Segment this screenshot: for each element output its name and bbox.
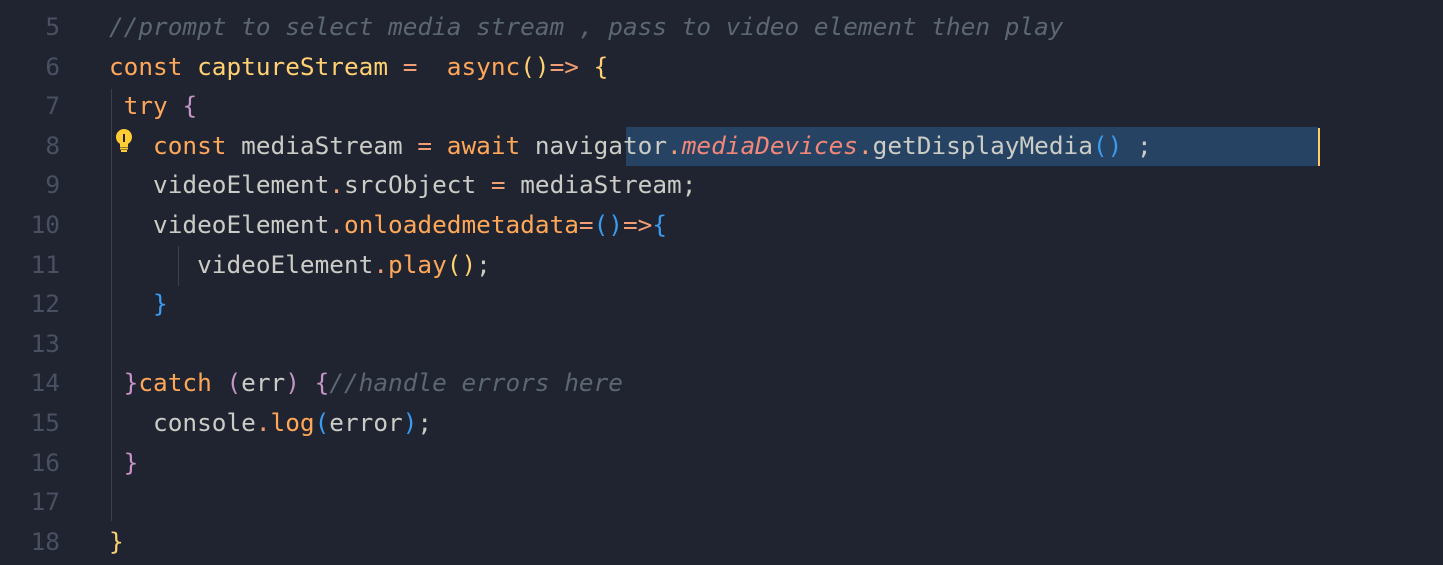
line-number: 5: [45, 12, 60, 41]
code-token: ;: [417, 408, 433, 437]
code-token: .: [329, 210, 344, 239]
code-line[interactable]: 9 videoElement.srcObject = mediaStream;: [0, 165, 1443, 205]
code-token: {: [182, 91, 198, 121]
code-token: {: [314, 368, 330, 398]
code-token: videoElement: [109, 210, 330, 239]
code-line[interactable]: 6 const captureStream = async()=> {: [0, 47, 1443, 87]
code-text: const captureStream = async()=> {: [109, 47, 608, 87]
code-line[interactable]: 13: [0, 324, 1443, 364]
code-line[interactable]: 18}: [0, 522, 1443, 562]
code-text: videoElement.play();: [109, 245, 491, 285]
code-line[interactable]: 7 try {: [0, 86, 1443, 126]
code-token: onloadedmetadata: [343, 210, 579, 239]
code-token: ;: [476, 249, 491, 279]
code-text: console.log(error);: [109, 403, 432, 443]
line-number: 12: [30, 289, 60, 319]
code-token: }: [109, 447, 139, 477]
code-token: //prompt to select media stream , pass t…: [109, 12, 1064, 41]
code-token: .: [373, 249, 389, 279]
code-text: }: [109, 284, 168, 324]
code-line[interactable]: 8 const mediaStream = await navigator.me…: [0, 126, 1443, 166]
code-token: async: [432, 51, 521, 81]
code-token: (: [226, 368, 242, 398]
code-token: getDisplayMedia: [872, 130, 1093, 160]
code-text: const mediaStream = await navigator.medi…: [109, 126, 1152, 166]
code-token: play: [388, 249, 447, 279]
code-token: try: [109, 91, 183, 121]
line-number: 8: [45, 130, 60, 160]
code-token: .: [667, 130, 682, 160]
code-text: }: [109, 443, 139, 483]
code-token: //handle errors here: [329, 368, 623, 398]
line-number: 13: [30, 328, 60, 358]
code-token: ): [402, 408, 418, 437]
code-line[interactable]: 12 }: [0, 284, 1443, 324]
code-token: =: [402, 130, 447, 160]
line-number: 11: [30, 249, 60, 279]
code-token: ): [285, 368, 315, 398]
code-token: (): [520, 51, 550, 81]
code-line[interactable]: 16 }: [0, 443, 1443, 483]
code-token: .: [255, 408, 271, 437]
code-token: (): [446, 249, 477, 279]
code-token: =: [578, 210, 594, 239]
code-token: videoElement: [109, 170, 330, 200]
code-token: }: [109, 526, 124, 556]
code-token: srcObject: [343, 170, 477, 200]
line-number: 18: [30, 526, 60, 556]
code-token: console: [109, 408, 256, 437]
code-text: try {: [109, 86, 197, 126]
code-token: const: [109, 130, 242, 160]
code-token: (): [1092, 130, 1123, 160]
line-number: 6: [45, 51, 60, 81]
code-token: {: [652, 210, 668, 239]
code-token: const: [109, 51, 198, 81]
code-line[interactable]: 10 videoElement.onloadedmetadata=()=>{: [0, 205, 1443, 245]
line-number: 17: [30, 487, 60, 517]
line-number: 9: [45, 170, 60, 200]
code-text: }catch (err) {//handle errors here: [109, 363, 623, 403]
code-line[interactable]: 5 //prompt to select media stream , pass …: [0, 7, 1443, 47]
code-token: =: [476, 170, 521, 200]
code-token: log: [270, 408, 315, 437]
code-token: =>: [622, 210, 653, 239]
code-token: mediaStream: [241, 130, 403, 160]
code-line[interactable]: 15 console.log(error);: [0, 403, 1443, 443]
code-token: (: [314, 408, 330, 437]
code-token: mediaStream;: [520, 170, 697, 200]
line-number: 14: [30, 368, 60, 398]
code-token: err: [241, 368, 286, 398]
line-number: 10: [30, 210, 60, 239]
code-token: .: [329, 170, 344, 200]
code-token: catch: [138, 368, 227, 398]
code-token: }: [109, 289, 168, 319]
code-line[interactable]: 11 videoElement.play();: [0, 245, 1443, 285]
code-token: navigator: [534, 130, 668, 160]
line-number: 7: [45, 91, 60, 121]
code-token: mediaDevices: [681, 130, 858, 160]
code-token: =: [388, 51, 433, 81]
code-text: videoElement.onloadedmetadata=()=>{: [109, 205, 667, 245]
line-number: 16: [30, 447, 60, 477]
code-token: }: [109, 368, 139, 398]
code-editor[interactable]: 5 //prompt to select media stream , pass …: [0, 0, 1443, 565]
code-token: {: [578, 51, 609, 81]
code-token: ;: [1122, 130, 1152, 160]
code-text: }: [109, 522, 124, 562]
code-text: videoElement.srcObject = mediaStream;: [109, 165, 696, 205]
code-token: await: [446, 130, 535, 160]
code-text: //prompt to select media stream , pass t…: [109, 7, 1064, 47]
code-line[interactable]: 14 }catch (err) {//handle errors here: [0, 363, 1443, 403]
code-token: =>: [549, 51, 579, 81]
code-token: .: [857, 130, 873, 160]
code-token: (): [593, 210, 623, 239]
code-token: captureStream: [197, 51, 389, 81]
code-line[interactable]: 17: [0, 482, 1443, 522]
code-token: error: [329, 408, 403, 437]
code-token: videoElement: [109, 249, 374, 279]
line-number: 15: [30, 408, 60, 437]
